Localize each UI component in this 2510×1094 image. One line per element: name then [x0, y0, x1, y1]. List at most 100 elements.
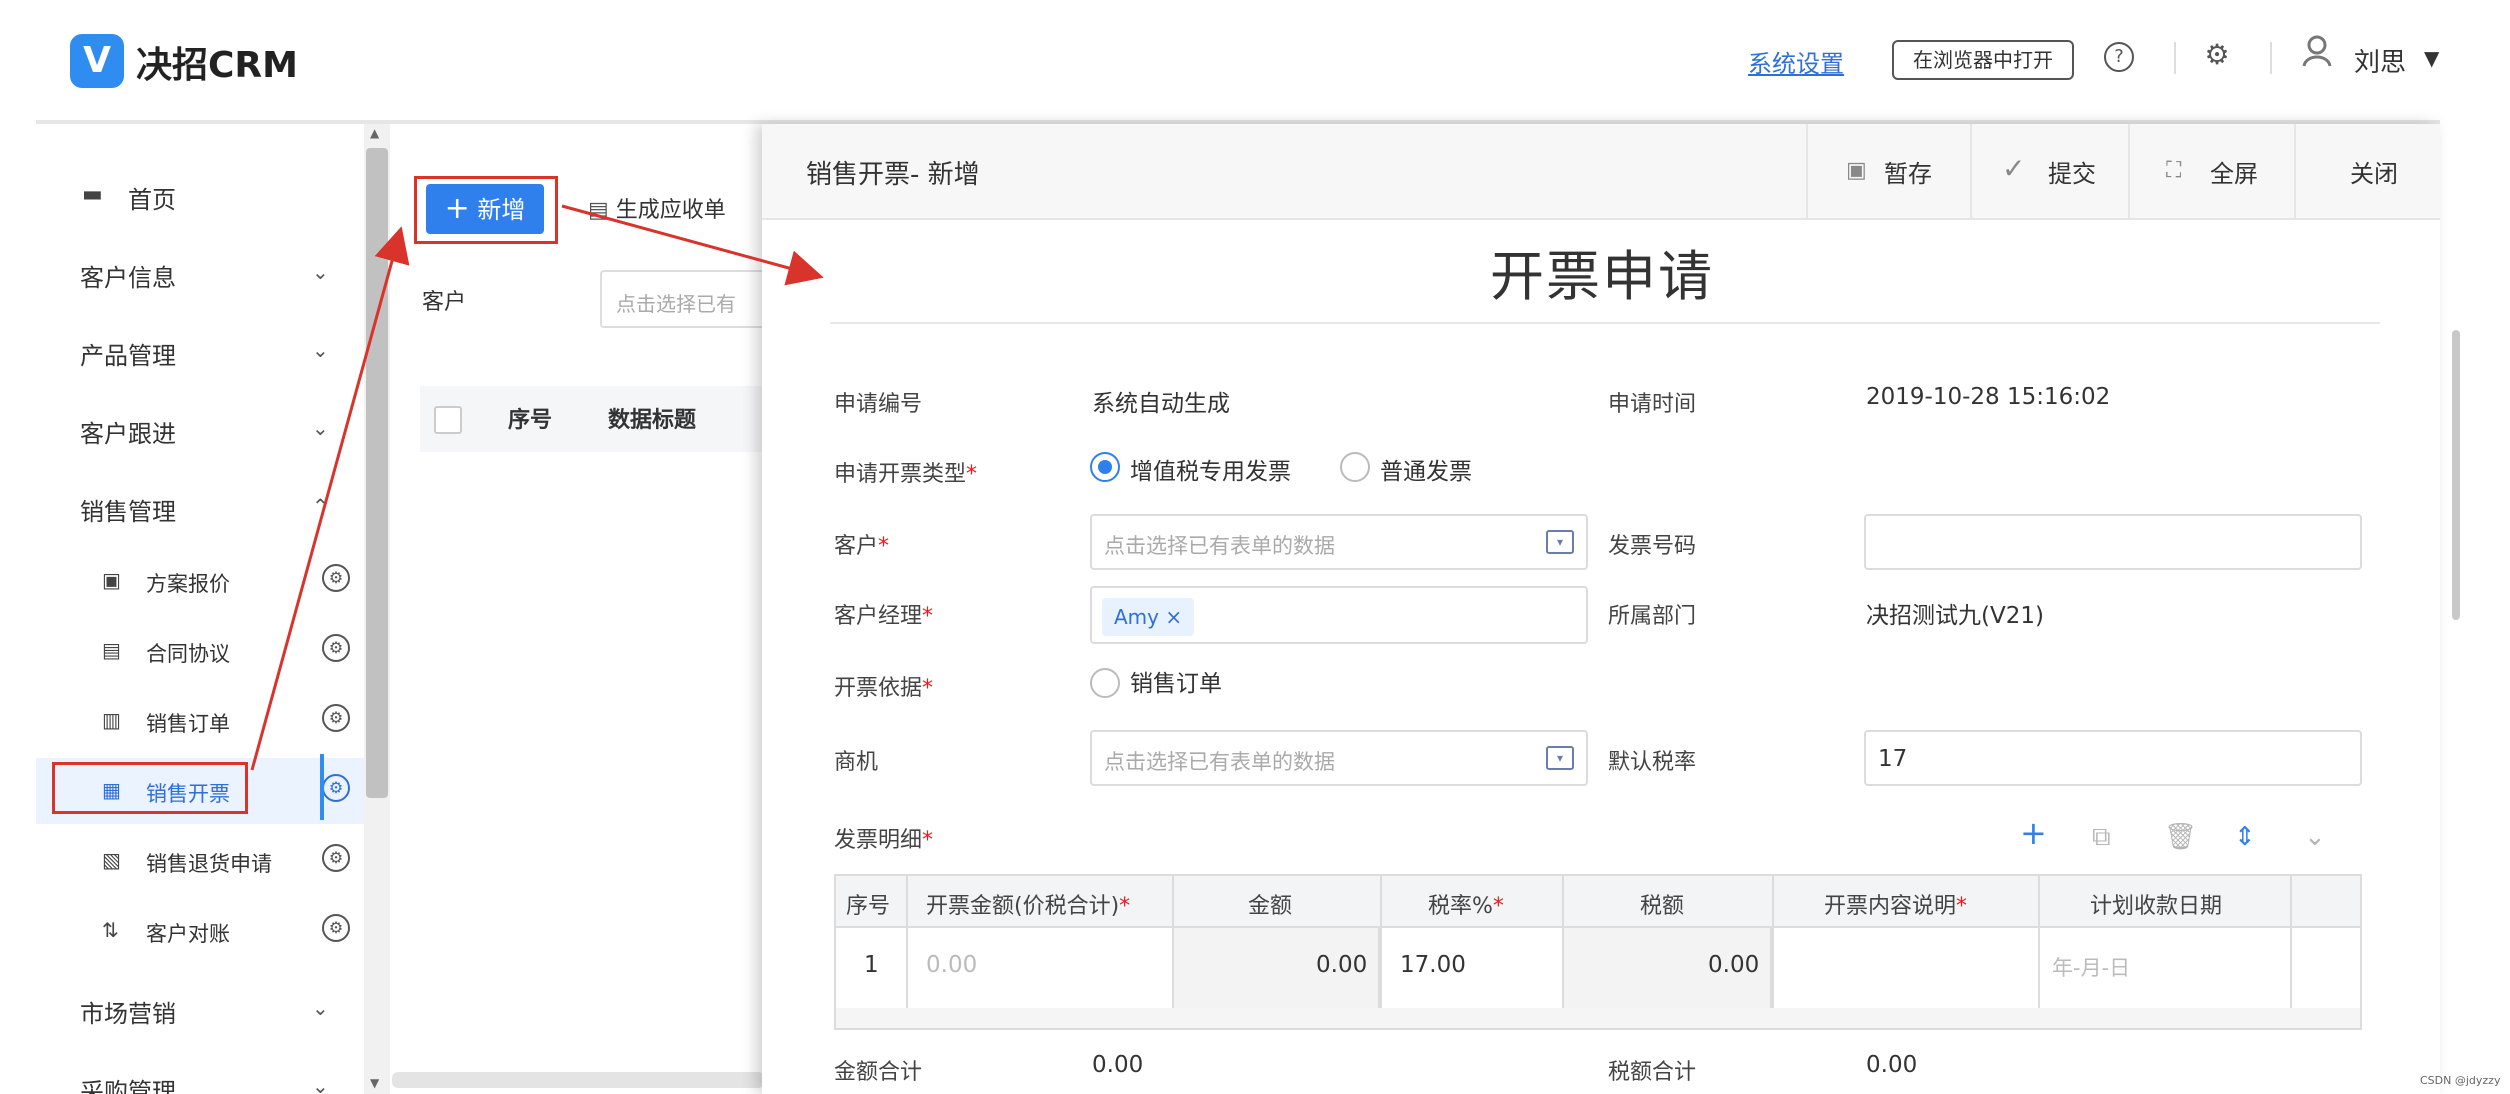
opportunity-select-input[interactable]: 点击选择已有表单的数据 ▾: [1090, 730, 1588, 786]
tax-rate-cell-input[interactable]: 17.00: [1400, 952, 1466, 978]
gear-icon[interactable]: ⚙: [322, 774, 350, 802]
gear-icon[interactable]: ⚙: [322, 564, 350, 592]
scroll-up-icon[interactable]: ▲: [370, 126, 379, 140]
dept-label: 所属部门: [1608, 604, 1697, 629]
sidebar-item-label: 采购管理: [80, 1078, 176, 1094]
sidebar-item-label: 客户对账: [146, 922, 230, 946]
gear-icon[interactable]: ⚙: [2202, 41, 2232, 72]
sidebar-subitem-reconcile[interactable]: ⇅ 客户对账 ⚙: [36, 898, 366, 964]
user-name[interactable]: 刘思: [2354, 42, 2406, 79]
sidebar-item-label: 市场营销: [80, 1000, 176, 1028]
contract-icon: ▤: [102, 638, 121, 662]
radio-normal-invoice-label[interactable]: 普通发票: [1380, 452, 1472, 486]
close-icon[interactable]: ×: [1165, 605, 1182, 629]
submit-button[interactable]: ✓ 提交: [1970, 124, 2128, 220]
scroll-down-icon[interactable]: ▼: [370, 1076, 379, 1090]
save-draft-button[interactable]: ▣ 暂存: [1806, 124, 1970, 220]
chevron-down-icon: ⌄: [312, 416, 329, 440]
column-header: 税额: [1640, 894, 1685, 919]
list-table-header: [420, 386, 764, 452]
dialog-title: 销售开票- 新增: [806, 160, 980, 190]
close-label: 关闭: [2350, 160, 2398, 188]
select-form-icon[interactable]: ▾: [1546, 746, 1574, 770]
list-horizontal-scrollbar[interactable]: [392, 1072, 764, 1088]
invoice-amount-input[interactable]: 0.00: [926, 952, 977, 978]
header-divider: [2270, 42, 2272, 74]
open-in-browser-button[interactable]: 在浏览器中打开: [1892, 40, 2074, 80]
radio-sales-order-label[interactable]: 销售订单: [1130, 664, 1222, 698]
chevron-down-icon[interactable]: ▼: [2424, 46, 2439, 70]
select-form-icon[interactable]: ▾: [1546, 530, 1574, 554]
generate-label: 生成应收单: [615, 198, 726, 223]
select-all-checkbox[interactable]: [434, 406, 462, 434]
chevron-down-icon[interactable]: ⌄: [2304, 822, 2326, 852]
plan-date-input[interactable]: 年-月-日: [2052, 952, 2130, 982]
gear-icon[interactable]: ⚙: [322, 844, 350, 872]
apply-no-value: 系统自动生成: [1092, 391, 1230, 417]
column-header: 开票金额(价税合计)*: [926, 894, 1131, 919]
annotation-highlight-add: [414, 176, 558, 244]
customer-select-input[interactable]: 点击选择已有表单的数据 ▾: [1090, 514, 1588, 570]
radio-vat-special-label[interactable]: 增值税专用发票: [1130, 452, 1291, 486]
sidebar-item-label: 产品管理: [80, 342, 176, 370]
sidebar-item-marketing[interactable]: 市场营销 ⌄: [36, 976, 366, 1042]
check-icon: ✓: [2002, 152, 2026, 185]
close-button[interactable]: 关闭: [2294, 124, 2440, 220]
delete-row-icon[interactable]: 🗑: [2164, 822, 2197, 852]
active-indicator: [320, 754, 324, 820]
amount-total-value: 0.00: [1092, 1052, 1144, 1078]
add-row-icon[interactable]: +: [2020, 814, 2047, 852]
sidebar-subitem-contract[interactable]: ▤ 合同协议 ⚙: [36, 618, 366, 684]
column-header[interactable]: 数据标题: [608, 402, 696, 434]
customer-placeholder: 点击选择已有表单的数据: [1104, 534, 1335, 558]
customer-filter-input[interactable]: 点击选择已有: [600, 270, 780, 328]
apply-no-label: 申请编号: [834, 392, 923, 417]
basis-label: 开票依据*: [834, 676, 934, 701]
opportunity-placeholder: 点击选择已有表单的数据: [1104, 750, 1335, 774]
gear-icon[interactable]: ⚙: [322, 914, 350, 942]
sidebar-item-followup[interactable]: 客户跟进 ⌄: [36, 396, 366, 462]
dialog-scrollbar[interactable]: [2452, 330, 2460, 620]
watermark: CSDN @jdyzzy: [2420, 1074, 2501, 1087]
generate-receivable-button[interactable]: ▤ 生成应收单: [588, 192, 726, 224]
amount-value: 0.00: [1316, 952, 1368, 978]
sidebar-item-customer-info[interactable]: 客户信息 ⌄: [36, 240, 366, 306]
save-label: 暂存: [1884, 160, 1932, 188]
sidebar-subitem-order[interactable]: ▥ 销售订单 ⚙: [36, 688, 366, 754]
row-number: 1: [864, 952, 879, 978]
fullscreen-button[interactable]: ⛶ 全屏: [2128, 124, 2294, 220]
header-divider: [2174, 42, 2176, 74]
gear-icon[interactable]: ⚙: [322, 634, 350, 662]
column-header[interactable]: 序号: [508, 402, 552, 434]
radio-vat-special[interactable]: [1090, 452, 1120, 482]
invoice-no-label: 发票号码: [1608, 534, 1697, 559]
column-header: 序号: [846, 894, 891, 919]
tax-rate-input[interactable]: 17: [1864, 730, 2362, 786]
table-horizontal-scrollbar[interactable]: [836, 1008, 2360, 1028]
return-icon: ▧: [102, 848, 121, 872]
radio-normal-invoice[interactable]: [1340, 452, 1370, 482]
sidebar-item-sales[interactable]: 销售管理 ⌃: [36, 474, 366, 540]
swap-icon: ⇅: [102, 918, 119, 942]
invoice-no-input[interactable]: [1864, 514, 2362, 570]
radio-sales-order[interactable]: [1090, 668, 1120, 698]
submit-label: 提交: [2048, 160, 2096, 188]
sidebar-subitem-quote[interactable]: ▣ 方案报价 ⚙: [36, 548, 366, 614]
sidebar-item-label: 首页: [128, 186, 176, 214]
annotation-highlight-invoice: [52, 762, 248, 814]
apply-time-label: 申请时间: [1608, 392, 1697, 417]
sidebar-item-product[interactable]: 产品管理 ⌄: [36, 318, 366, 384]
user-avatar-icon[interactable]: [2300, 34, 2334, 77]
gear-icon[interactable]: ⚙: [322, 704, 350, 732]
sidebar-item-purchase[interactable]: 采购管理 ⌄: [36, 1054, 366, 1094]
sidebar-item-label: 销售退货申请: [146, 852, 272, 876]
sidebar-item-home[interactable]: ▬ 首页: [36, 162, 366, 228]
document-icon: ▤: [588, 198, 609, 223]
sidebar-scrollbar-thumb[interactable]: [366, 148, 388, 798]
sidebar-subitem-return[interactable]: ▧ 销售退货申请 ⚙: [36, 828, 366, 894]
help-icon[interactable]: ?: [2104, 42, 2134, 72]
copy-row-icon[interactable]: ⧉: [2092, 822, 2111, 853]
system-settings-link[interactable]: 系统设置: [1748, 44, 1844, 79]
manager-tag[interactable]: Amy ×: [1102, 598, 1195, 636]
expand-icon[interactable]: ⇕: [2234, 822, 2256, 852]
